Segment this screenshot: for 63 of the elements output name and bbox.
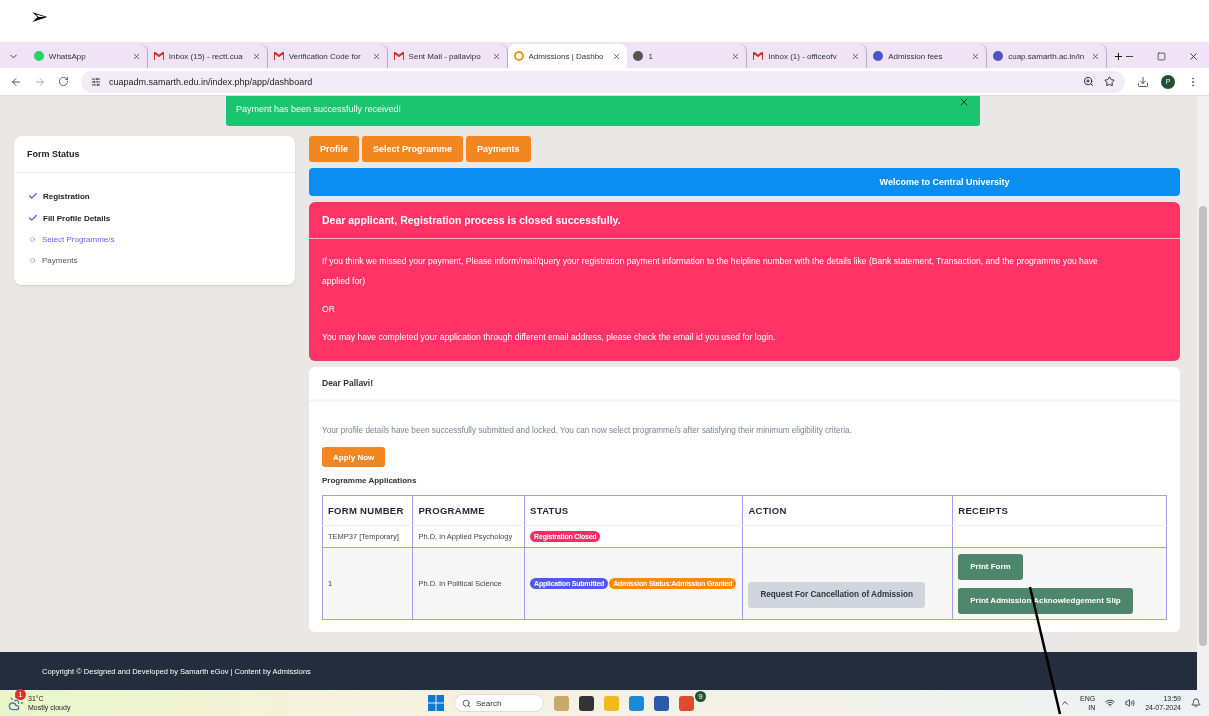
- browser-tab[interactable]: Admissions | Dashbo: [507, 44, 628, 68]
- close-icon[interactable]: [491, 51, 501, 61]
- app-badge: 9: [695, 690, 706, 702]
- close-icon[interactable]: [612, 51, 622, 61]
- circle-icon: [30, 258, 35, 263]
- start-icon[interactable]: [428, 695, 444, 711]
- close-icon[interactable]: [851, 51, 861, 61]
- arrowhead-mark: ➢: [30, 4, 48, 29]
- close-icon[interactable]: [371, 51, 381, 61]
- mail-icon: [273, 52, 284, 60]
- notice-title: Dear applicant, Registration process is closed successfully.: [309, 202, 1180, 239]
- column-header: ACTION: [742, 495, 953, 526]
- status-step: Payments: [42, 256, 78, 265]
- column-header: FORM NUMBER: [322, 495, 413, 526]
- print-button[interactable]: Print Form: [958, 553, 1023, 580]
- maximize-icon[interactable]: [1157, 51, 1166, 61]
- new-tab-icon[interactable]: [1113, 51, 1124, 62]
- site-info-icon[interactable]: [91, 76, 101, 87]
- cancellation-button[interactable]: Request For Cancellation of Admission: [748, 581, 925, 608]
- close-icon[interactable]: [958, 96, 970, 108]
- weather-icon[interactable]: [8, 695, 24, 711]
- address-field[interactable]: cuapadm.samarth.edu.in/index.php/app/dashboard: [81, 70, 1125, 93]
- taskbar-search[interactable]: Search: [454, 694, 544, 712]
- close-icon[interactable]: [1091, 51, 1101, 61]
- close-icon[interactable]: [1188, 50, 1199, 62]
- notice-text: If you think we missed your payment, Please inform/mail/query your registration payment information to the helpline number with the details like (Bank statement, Transaction, and the programme you have applied for): [322, 255, 1099, 288]
- close-icon[interactable]: [131, 51, 141, 61]
- card-title: Form Status: [14, 136, 295, 173]
- column-header: STATUS: [524, 495, 743, 526]
- mail-icon: [393, 52, 404, 60]
- column-header: RECEIPTS: [952, 495, 1167, 526]
- mail-icon: [153, 52, 164, 60]
- zoom-icon[interactable]: [1083, 76, 1094, 87]
- mail-icon: [753, 52, 764, 60]
- check-icon: [28, 213, 38, 223]
- check-icon: [28, 191, 38, 201]
- back-icon[interactable]: [10, 75, 22, 88]
- section-title: Programme Applications: [322, 476, 417, 485]
- scrollbar-thumb[interactable]: [1199, 206, 1207, 646]
- wifi-icon[interactable]: [1105, 698, 1116, 708]
- status-step[interactable]: Select Programme/s: [42, 235, 115, 244]
- download-icon[interactable]: [1137, 75, 1149, 88]
- tray-chevron-icon[interactable]: [1060, 698, 1070, 708]
- close-icon[interactable]: [731, 51, 741, 61]
- close-icon[interactable]: [251, 51, 261, 61]
- volume-icon[interactable]: [1125, 698, 1136, 708]
- column-header: PROGRAMME: [412, 495, 525, 526]
- notification-badge: 1: [15, 689, 26, 700]
- notice-text: OR: [322, 303, 336, 316]
- close-icon[interactable]: [971, 51, 981, 61]
- card-title: Dear Pallavi!: [309, 367, 1180, 402]
- status-step: Registration: [43, 191, 90, 201]
- alert-message: Payment has been successfully received!: [236, 104, 402, 114]
- bookmark-star-icon[interactable]: [1104, 76, 1115, 87]
- profile-message: Your profile details have been successfully submitted and locked. You can now select programme/s after satisfying their minimum eligibility criteria.: [322, 426, 852, 435]
- circle-icon: [30, 237, 35, 242]
- welcome-banner: Welcome to Central University: [309, 168, 1180, 196]
- bell-icon[interactable]: [1191, 698, 1201, 708]
- print-button[interactable]: Print Admission Acknowledgement Slip: [958, 587, 1133, 614]
- status-step: Fill Profile Details: [43, 213, 111, 223]
- reload-icon[interactable]: [58, 76, 69, 87]
- notice-text: You may have completed your application through different email address, please check the email id you used for login.: [322, 331, 777, 344]
- search-icon: [462, 698, 471, 708]
